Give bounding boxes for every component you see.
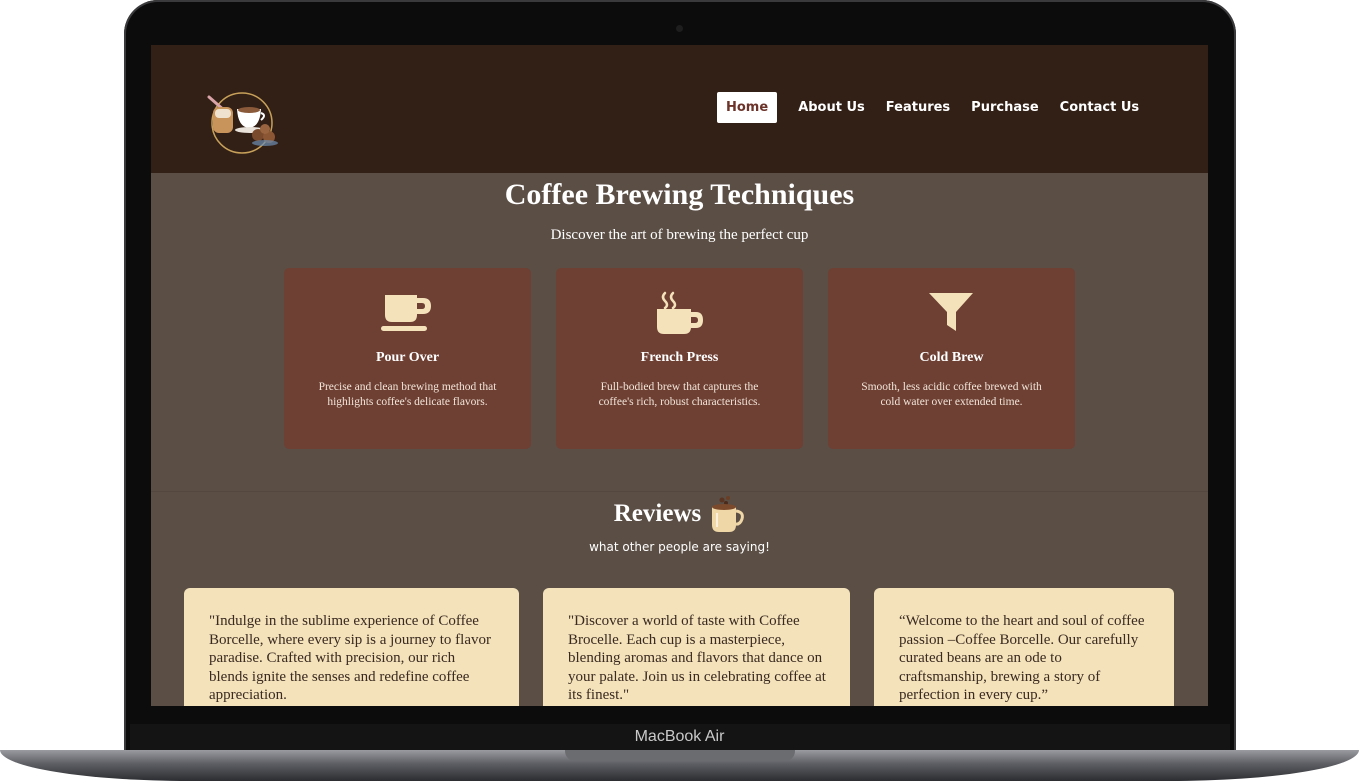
review-card: "Indulge in the sublime experience of Co… — [184, 588, 519, 706]
nav-purchase-link[interactable]: Purchase — [971, 100, 1038, 115]
reviews-subtitle: what other people are saying! — [589, 540, 770, 554]
mug-saucer-icon — [381, 295, 431, 331]
device-brand-label: MacBook Air — [634, 728, 725, 745]
section-divider — [151, 491, 1208, 492]
technique-description: Smooth, less acidic coffee brewed with c… — [861, 381, 1042, 408]
main-nav: Home About Us Features Purchase Contact … — [717, 92, 1160, 123]
reviews-title: Reviews — [613, 500, 702, 527]
nav-about-us-link[interactable]: About Us — [798, 100, 865, 115]
techniques-grid: Pour Over Precise and clean brewing meth… — [284, 268, 1075, 449]
page-title: Coffee Brewing Techniques — [504, 178, 855, 211]
nav-contact-us-link[interactable]: Contact Us — [1060, 100, 1139, 115]
coffee-logo-icon[interactable] — [203, 89, 293, 157]
webcam — [676, 25, 683, 32]
site-header: Home About Us Features Purchase Contact … — [151, 45, 1208, 173]
technique-title: Cold Brew — [919, 350, 984, 365]
filter-funnel-icon — [929, 293, 973, 331]
technique-card-pour-over: Pour Over Precise and clean brewing meth… — [284, 268, 531, 449]
nav-home-link[interactable]: Home — [717, 92, 778, 123]
browser-viewport: Home About Us Features Purchase Contact … — [151, 45, 1208, 706]
technique-card-french-press: French Press Full-bodied brew that captu… — [556, 268, 803, 449]
page-subtitle: Discover the art of brewing the perfect … — [550, 227, 809, 243]
hot-mug-icon — [657, 291, 703, 334]
technique-description: Full-bodied brew that captures the coffe… — [598, 381, 761, 408]
technique-card-cold-brew: Cold Brew Smooth, less acidic coffee bre… — [828, 268, 1075, 449]
technique-title: Pour Over — [375, 350, 440, 365]
nav-features-link[interactable]: Features — [886, 100, 950, 115]
reviews-heading: Reviews — [151, 495, 1208, 533]
coffee-cup-icon — [712, 496, 745, 532]
technique-title: French Press — [640, 350, 719, 365]
review-card: “Welcome to the heart and soul of coffee… — [874, 588, 1174, 706]
review-card: "Discover a world of taste with Coffee B… — [543, 588, 850, 706]
technique-description: Precise and clean brewing method that hi… — [318, 381, 497, 408]
laptop-notch — [565, 750, 795, 761]
